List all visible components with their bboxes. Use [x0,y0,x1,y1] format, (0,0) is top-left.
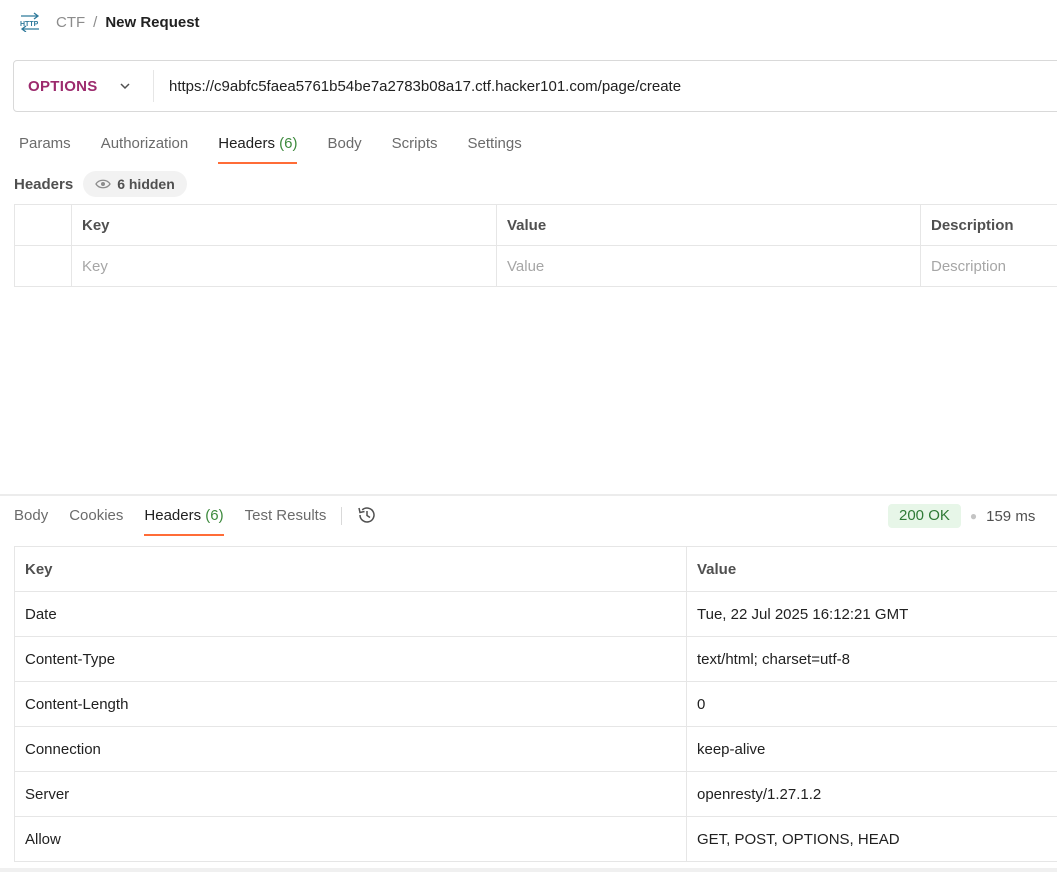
url-bar: OPTIONS [13,60,1057,112]
tab-label: Params [19,135,71,152]
value-input[interactable] [507,257,910,275]
key-cell [71,245,497,287]
header-value: text/html; charset=utf-8 [686,636,1057,682]
hidden-count-label: 6 hidden [117,176,175,192]
tab-label: Headers [144,507,202,524]
table-row: Date Tue, 22 Jul 2025 16:12:21 GMT [14,591,1057,637]
header-key: Date [14,591,687,637]
tab-label: Scripts [391,135,438,152]
tab-scripts[interactable]: Scripts [392,132,438,164]
description-input[interactable] [931,257,1057,275]
tab-headers[interactable]: Headers (6) [218,132,298,164]
chevron-down-icon [120,83,130,90]
header-value: Tue, 22 Jul 2025 16:12:21 GMT [686,591,1057,637]
tab-count: (6) [279,135,298,152]
description-cell [920,245,1057,287]
request-tabs: Params Authorization Headers (6) Body Sc… [19,132,552,164]
tab-label: Body [14,507,49,524]
url-input[interactable] [154,61,1057,111]
pane-divider[interactable] [0,494,1057,496]
status-badge[interactable]: 200 OK [888,504,961,528]
key-input[interactable] [82,257,486,275]
app-root: HTTP CTF / New Request OPTIONS Params Au… [0,0,1057,872]
header-key: Content-Type [14,636,687,682]
table-row: Connection keep-alive [14,726,1057,772]
tab-label: Body [327,135,362,152]
header-key: Connection [14,726,687,772]
tab-params[interactable]: Params [19,132,71,164]
tab-separator [341,507,343,525]
header-value: openresty/1.27.1.2 [686,771,1057,817]
header-key: Allow [14,816,687,862]
tab-authorization[interactable]: Authorization [101,132,189,164]
separator-dot: ● [969,509,978,523]
headers-section-title: Headers [14,175,74,193]
header-value: keep-alive [686,726,1057,772]
response-tab-headers[interactable]: Headers (6) [144,504,224,536]
table-row: Content-Length 0 [14,681,1057,727]
tab-settings[interactable]: Settings [468,132,522,164]
response-tab-body[interactable]: Body [14,504,48,536]
request-headers-table: Key Value Description [14,204,1057,287]
table-row [14,245,1057,287]
value-cell [496,245,921,287]
table-header-row: Key Value Description [14,204,1057,246]
response-tab-cookies[interactable]: Cookies [69,504,123,536]
tab-label: Test Results [244,507,327,524]
tab-label: Headers [218,135,275,152]
header-key: Server [14,771,687,817]
footer-divider [0,868,1057,872]
breadcrumb-separator: / [93,13,98,31]
tab-body[interactable]: Body [327,132,361,164]
description-column-header: Description [920,204,1057,246]
row-checkbox-cell [14,245,72,287]
table-row: Content-Type text/html; charset=utf-8 [14,636,1057,682]
method-label: OPTIONS [28,77,98,95]
table-row: Allow GET, POST, OPTIONS, HEAD [14,816,1057,862]
tab-label: Settings [467,135,522,152]
history-icon[interactable] [356,504,378,526]
response-time[interactable]: 159 ms [986,508,1035,525]
breadcrumb-parent[interactable]: CTF [56,14,85,31]
table-row: Server openresty/1.27.1.2 [14,771,1057,817]
key-column-header: Key [71,204,497,246]
value-column-header: Value [686,546,1057,592]
response-status: 200 OK ● 159 ms [888,504,1035,528]
request-title[interactable]: New Request [105,14,199,31]
breadcrumb: HTTP CTF / New Request [18,10,200,34]
http-icon: HTTP [20,12,40,32]
hidden-headers-toggle[interactable]: 6 hidden [83,171,187,197]
value-column-header: Value [496,204,921,246]
eye-icon [95,179,111,189]
response-tabs: Body Cookies Headers (6) Test Results [14,504,378,536]
headers-bar: Headers 6 hidden [14,171,187,197]
response-tab-test-results[interactable]: Test Results [245,504,327,536]
header-value: 0 [686,681,1057,727]
key-column-header: Key [14,546,687,592]
tab-label: Authorization [100,135,189,152]
method-select[interactable]: OPTIONS [14,61,153,111]
header-key: Content-Length [14,681,687,727]
tab-count: (6) [205,507,224,524]
svg-text:HTTP: HTTP [20,21,39,28]
table-header-row: Key Value [14,546,1057,592]
checkbox-column [14,204,72,246]
response-headers-table: Key Value Date Tue, 22 Jul 2025 16:12:21… [14,546,1057,862]
tab-label: Cookies [69,507,124,524]
header-value: GET, POST, OPTIONS, HEAD [686,816,1057,862]
